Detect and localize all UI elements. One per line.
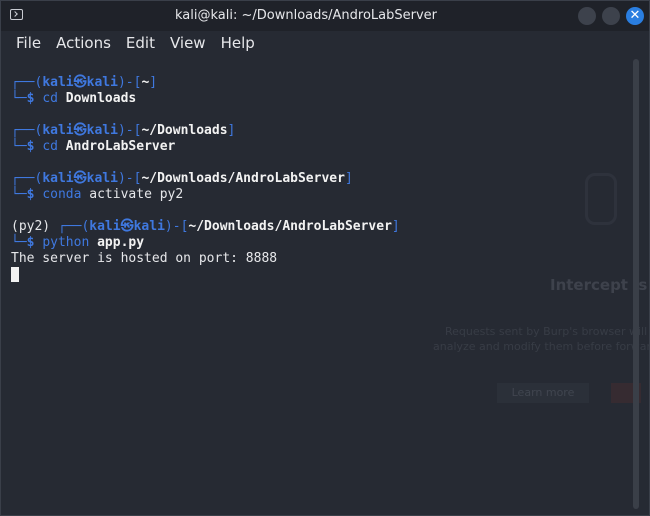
scrollbar[interactable] — [633, 59, 639, 509]
prompt-line: ┌──(kali㉿kali)-[~/Downloads] — [11, 123, 236, 138]
terminal-output[interactable]: ┌──(kali㉿kali)-[~] └─$ cd Downloads ┌──(… — [1, 55, 631, 515]
menu-actions[interactable]: Actions — [53, 31, 114, 55]
window-title: kali@kali: ~/Downloads/AndroLabServer — [174, 8, 438, 23]
command-line: └─$ conda activate py2 — [11, 187, 184, 202]
text-cursor — [11, 267, 19, 282]
menu-file[interactable]: File — [13, 31, 44, 55]
command-line: └─$ python app.py — [11, 235, 145, 250]
command-line: └─$ cd AndroLabServer — [11, 139, 176, 154]
menu-edit[interactable]: Edit — [123, 31, 158, 55]
menu-bar: File Actions Edit View Help — [1, 31, 649, 55]
prompt-line: ┌──(kali㉿kali)-[~/Downloads/AndroLabServ… — [11, 171, 353, 186]
close-button[interactable]: ✕ — [626, 7, 644, 25]
menu-view[interactable]: View — [167, 31, 209, 55]
maximize-button[interactable] — [602, 7, 620, 25]
menu-help[interactable]: Help — [218, 31, 258, 55]
terminal-window: Intercept is o Requests sent by Burp's b… — [0, 0, 650, 516]
minimize-button[interactable] — [578, 7, 596, 25]
title-bar: kali@kali: ~/Downloads/AndroLabServer ✕ — [1, 1, 649, 31]
prompt-line: (py2) ┌──(kali㉿kali)-[~/Downloads/AndroL… — [11, 219, 400, 234]
server-output-line: The server is hosted on port: 8888 — [11, 251, 278, 266]
command-line: └─$ cd Downloads — [11, 91, 137, 106]
prompt-line: ┌──(kali㉿kali)-[~] — [11, 75, 158, 90]
